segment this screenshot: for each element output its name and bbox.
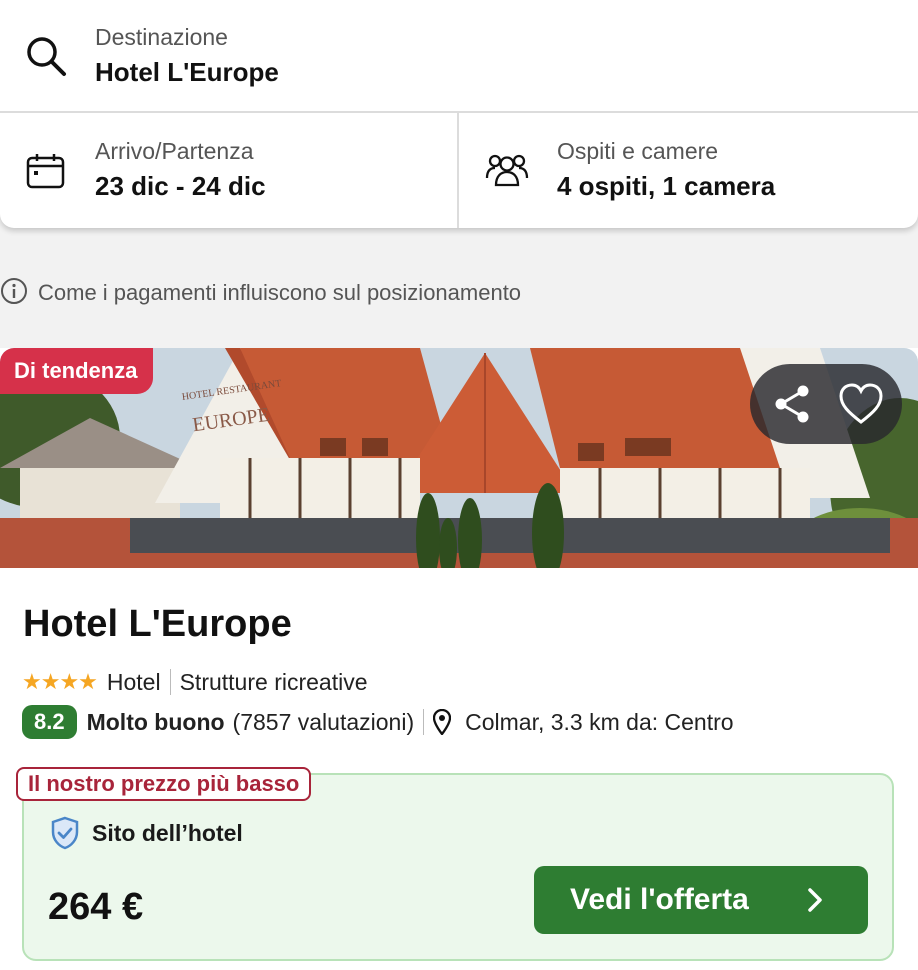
- hotel-photo[interactable]: HOTEL RESTAURANT EUROPE Di tendenza: [0, 348, 918, 568]
- guests-field[interactable]: Ospiti e camere 4 ospiti, 1 camera: [459, 113, 918, 228]
- score-label: Molto buono: [86, 708, 225, 735]
- shield-check-icon: [50, 816, 92, 850]
- rating-row: 8.2 Molto buono (7857 valutazioni) Colma…: [22, 704, 734, 740]
- hotel-card[interactable]: HOTEL RESTAURANT EUROPE Di tendenza Hote…: [0, 348, 918, 970]
- hotel-location: Colmar, 3.3 km da: Centro: [465, 708, 734, 735]
- lowest-price-badge: Il nostro prezzo più basso: [16, 767, 312, 801]
- destination-label: Destinazione: [95, 24, 228, 50]
- destination-value: Hotel L'Europe: [95, 57, 279, 87]
- view-offer-label: Vedi l'offerta: [570, 883, 749, 916]
- ranking-info-text: Come i pagamenti influiscono sul posizio…: [38, 280, 522, 305]
- hotel-type: Hotel: [106, 668, 161, 695]
- photo-actions: [750, 364, 902, 444]
- search-card: Destinazione Hotel L'Europe Arrivo/Parte…: [0, 0, 918, 228]
- hotel-amenities: Strutture ricreative: [179, 668, 368, 695]
- location-pin-icon: [433, 709, 452, 735]
- guests-value: 4 ospiti, 1 camera: [557, 171, 776, 201]
- trending-badge: Di tendenza: [0, 348, 154, 394]
- offer-price: 264 €: [48, 886, 144, 928]
- share-icon[interactable]: [770, 382, 814, 431]
- info-icon: [0, 277, 28, 310]
- star-rating: ★★★★: [22, 669, 98, 694]
- offer-provider: Sito dell’hotel: [50, 816, 243, 850]
- divider: [169, 669, 171, 695]
- calendar-icon: [26, 153, 66, 194]
- ranking-info-link[interactable]: Come i pagamenti influiscono sul posizio…: [0, 277, 522, 310]
- view-offer-button[interactable]: Vedi l'offerta: [534, 866, 868, 934]
- guests-icon: [485, 151, 529, 194]
- dates-field[interactable]: Arrivo/Partenza 23 dic - 24 dic: [0, 113, 459, 228]
- search-icon: [24, 34, 68, 83]
- destination-field[interactable]: Destinazione Hotel L'Europe: [0, 0, 918, 113]
- provider-name: Sito dell’hotel: [92, 819, 243, 846]
- hotel-meta: ★★★★ Hotel Strutture ricreative: [22, 666, 368, 698]
- hotel-name[interactable]: Hotel L'Europe: [23, 603, 292, 646]
- dates-value: 23 dic - 24 dic: [95, 171, 266, 201]
- score-badge: 8.2: [22, 705, 77, 739]
- dates-label: Arrivo/Partenza: [95, 138, 254, 164]
- chevron-right-icon: [806, 886, 824, 922]
- review-count: (7857 valutazioni): [232, 708, 415, 735]
- divider: [423, 709, 425, 735]
- guests-label: Ospiti e camere: [557, 138, 719, 164]
- heart-icon[interactable]: [838, 382, 884, 431]
